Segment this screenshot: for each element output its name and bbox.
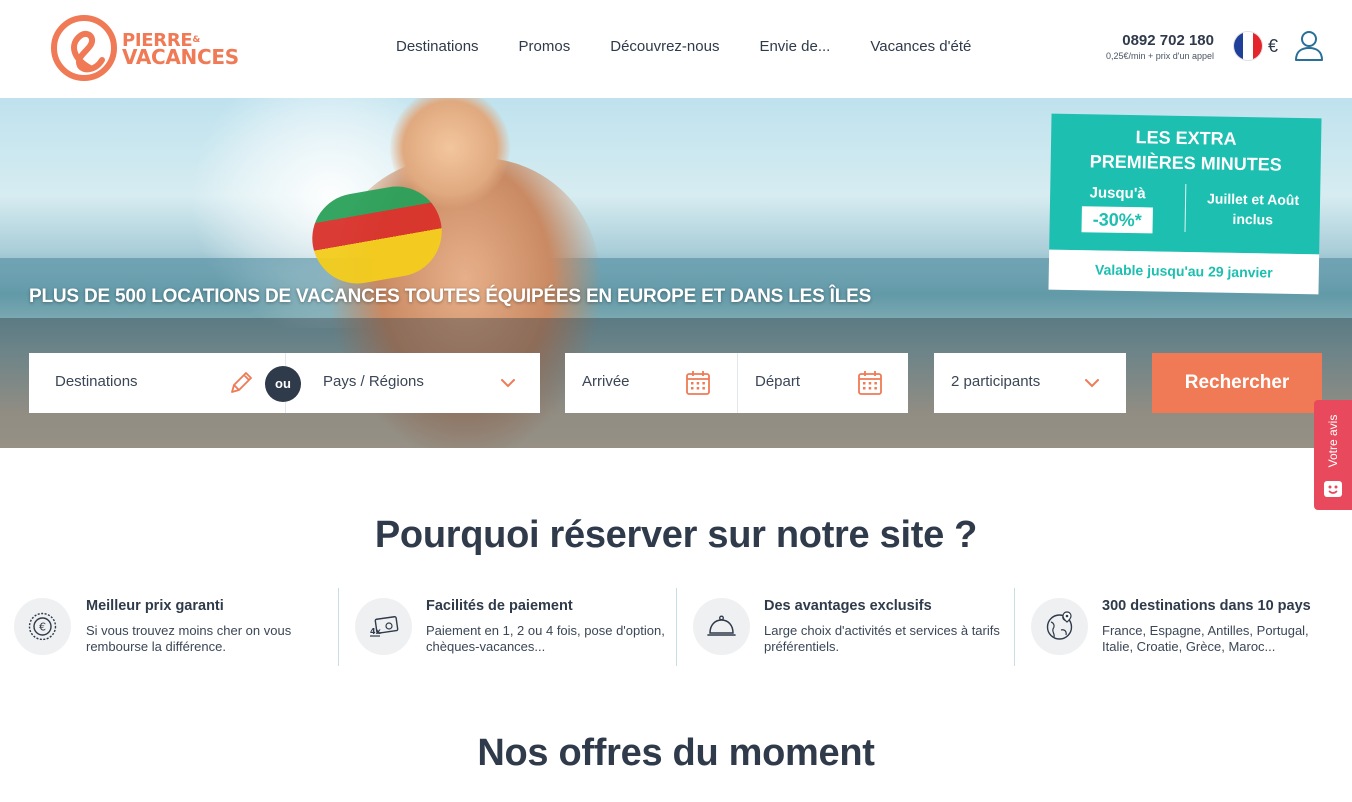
or-badge: ou	[265, 366, 301, 402]
chevron-down-icon	[1085, 379, 1099, 388]
participants-select[interactable]: 2 participants	[934, 353, 1126, 413]
promo-badge[interactable]: LES EXTRA PREMIÈRES MINUTES Jusqu'à -30%…	[1048, 113, 1322, 295]
phone-note: 0,25€/min + prix d'un appel	[1105, 51, 1214, 61]
feature-exclusive: Des avantages exclusifs Large choix d'ac…	[676, 588, 1014, 666]
feature-title: Meilleur prix garanti	[86, 598, 224, 614]
offers-section-title: Nos offres du moment	[477, 732, 875, 774]
site-header: PIERRE& VACANCES Destinations Promos Déc…	[0, 0, 1352, 98]
promo-months-line-2: inclus	[1232, 210, 1274, 228]
euro-badge-icon: €	[14, 598, 71, 655]
globe-pin-icon	[1031, 598, 1088, 655]
calendar-icon[interactable]	[684, 369, 712, 397]
feedback-label: Votre avis	[1326, 414, 1340, 468]
nav-item-destinations[interactable]: Destinations	[376, 36, 499, 58]
feature-text: France, Espagne, Antilles, Portugal, Ita…	[1102, 623, 1309, 654]
arrival-label: Arrivée	[582, 373, 630, 390]
logo-wordmark: PIERRE& VACANCES	[122, 32, 239, 69]
feature-title: Facilités de paiement	[426, 598, 573, 614]
svg-text:4x: 4x	[370, 627, 382, 636]
promo-validity: Valable jusqu'au 29 janvier	[1094, 261, 1273, 281]
feature-payment: 4x Facilités de paiement Paiement en 1, …	[338, 588, 676, 666]
nav-item-decouvrez-nous[interactable]: Découvrez-nous	[590, 36, 739, 58]
calendar-icon[interactable]	[856, 369, 884, 397]
logo-word-2: VACANCES	[122, 45, 239, 69]
france-flag-icon[interactable]	[1234, 32, 1262, 60]
promo-months-line-1: Juillet et Août	[1206, 190, 1300, 208]
currency-selector[interactable]: €	[1268, 36, 1278, 57]
promo-title-line-1: LES EXTRA	[1135, 127, 1237, 149]
hero-banner: PLUS DE 500 LOCATIONS DE VACANCES TOUTES…	[0, 98, 1352, 448]
promo-title: LES EXTRA PREMIÈRES MINUTES	[1051, 124, 1322, 179]
feature-title: Des avantages exclusifs	[764, 598, 932, 614]
brand-logo[interactable]: PIERRE& VACANCES	[50, 14, 239, 82]
why-section-title: Pourquoi réserver sur notre site ?	[374, 514, 978, 556]
destination-label: Destinations	[55, 373, 138, 390]
user-icon[interactable]	[1294, 30, 1324, 62]
departure-date-input[interactable]: Départ	[737, 353, 908, 413]
feature-destinations: 300 destinations dans 10 pays France, Es…	[1014, 588, 1352, 666]
pencil-icon[interactable]	[227, 369, 255, 397]
smiley-icon	[1324, 481, 1342, 497]
feedback-tab[interactable]: Votre avis	[1314, 400, 1352, 510]
logo-amp: &	[192, 35, 200, 45]
arrival-date-input[interactable]: Arrivée	[565, 353, 737, 413]
region-select[interactable]: Pays / Régions	[285, 353, 540, 413]
svg-text:€: €	[39, 621, 46, 634]
participants-label: 2 participants	[951, 373, 1041, 390]
feature-title: 300 destinations dans 10 pays	[1102, 598, 1311, 614]
feature-best-price: € Meilleur prix garanti Si vous trouvez …	[0, 588, 338, 666]
destination-input[interactable]: Destinations	[29, 353, 285, 413]
nav-item-promos[interactable]: Promos	[499, 36, 591, 58]
promo-title-line-2: PREMIÈRES MINUTES	[1089, 151, 1282, 175]
feature-text: Si vous trouvez moins cher on vous rembo…	[86, 623, 292, 654]
feature-text: Paiement en 1, 2 ou 4 fois, pose d'optio…	[426, 623, 665, 654]
promo-upto: Jusqu'à	[1089, 184, 1146, 203]
feature-text: Large choix d'activités et services à ta…	[764, 623, 1000, 654]
promo-months: Juillet et Août inclus	[1194, 188, 1313, 230]
features-row: € Meilleur prix garanti Si vous trouvez …	[0, 588, 1352, 668]
cloche-icon	[693, 598, 750, 655]
nav-item-vacances-ete[interactable]: Vacances d'été	[850, 36, 991, 58]
promo-divider	[1184, 184, 1187, 233]
phone-number[interactable]: 0892 702 180	[1106, 32, 1214, 50]
logo-ampersand-icon	[51, 15, 117, 81]
search-button[interactable]: Rechercher	[1152, 353, 1322, 413]
chevron-down-icon	[501, 379, 515, 388]
nav-item-envie-de[interactable]: Envie de...	[739, 36, 850, 58]
phone-contact[interactable]: 0892 702 180 0,25€/min + prix d'un appel	[1106, 32, 1214, 62]
promo-discount: -30%*	[1081, 206, 1153, 234]
region-label: Pays / Régions	[323, 373, 424, 390]
payment-card-icon: 4x	[355, 598, 412, 655]
main-nav: Destinations Promos Découvrez-nous Envie…	[376, 36, 991, 58]
hero-tagline: PLUS DE 500 LOCATIONS DE VACANCES TOUTES…	[29, 286, 872, 307]
promo-badge-top: LES EXTRA PREMIÈRES MINUTES Jusqu'à -30%…	[1049, 113, 1322, 255]
promo-badge-bottom: Valable jusqu'au 29 janvier	[1048, 249, 1320, 295]
departure-label: Départ	[755, 373, 801, 390]
